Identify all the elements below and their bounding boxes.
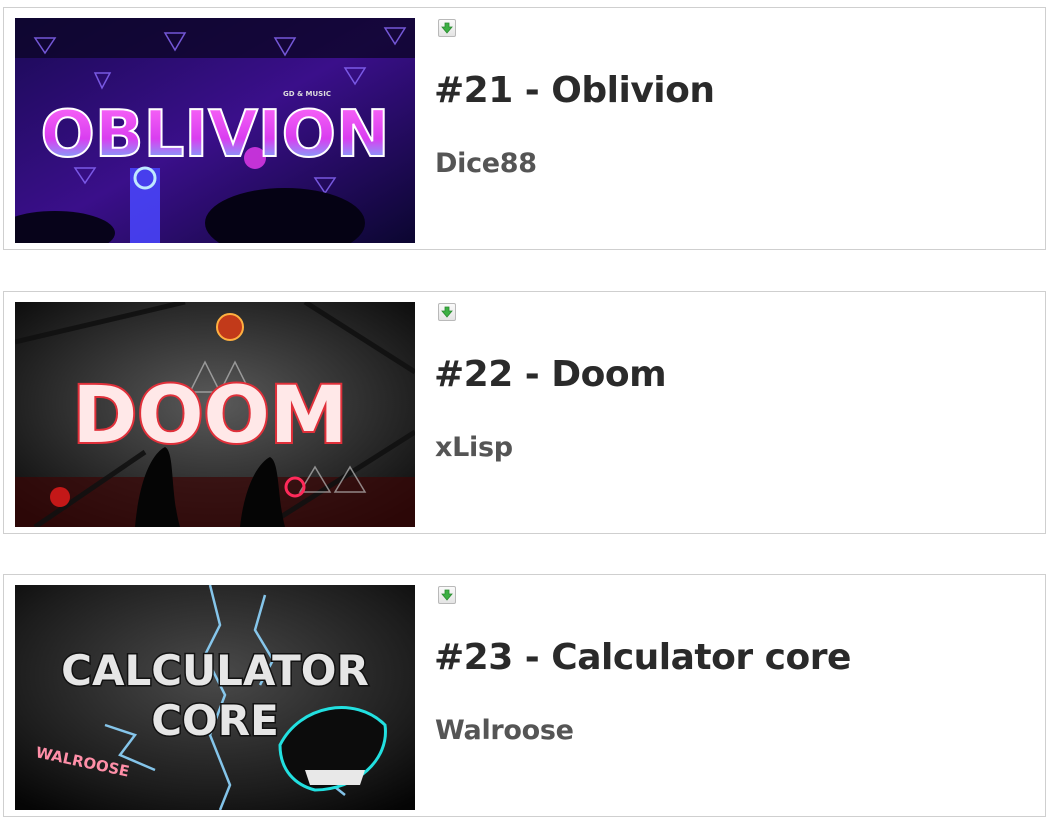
download-arrow-icon — [441, 22, 453, 34]
level-title[interactable]: #23 - Calculator core — [434, 637, 851, 678]
thumbnail-title-text: DOOM — [73, 371, 348, 461]
oblivion-thumbnail-image: GD & MUSIC OBLIVION — [15, 18, 415, 243]
download-button[interactable] — [438, 19, 456, 37]
calculator-core-thumbnail-image: CALCULATOR CORE WALROOSE — [15, 585, 415, 810]
level-creator[interactable]: Dice88 — [435, 148, 537, 179]
thumbnail-title-line2: CORE — [151, 696, 279, 745]
level-thumbnail[interactable]: DOOM — [15, 302, 415, 527]
thumbnail-title-line1: CALCULATOR — [61, 646, 369, 695]
level-creator[interactable]: Walroose — [435, 715, 574, 746]
level-card: GD & MUSIC OBLIVION #21 - Oblivion Dice8… — [3, 7, 1046, 250]
doom-thumbnail-image: DOOM — [15, 302, 415, 527]
thumbnail-title-text: OBLIVION — [40, 98, 389, 172]
level-thumbnail[interactable]: GD & MUSIC OBLIVION — [15, 18, 415, 243]
thumbnail-caption: GD & MUSIC — [283, 90, 331, 98]
level-title[interactable]: #22 - Doom — [434, 354, 667, 395]
level-card: DOOM #22 - Doom xLisp — [3, 291, 1046, 534]
level-thumbnail[interactable]: CALCULATOR CORE WALROOSE — [15, 585, 415, 810]
level-title[interactable]: #21 - Oblivion — [434, 70, 715, 111]
download-arrow-icon — [441, 306, 453, 318]
level-card: CALCULATOR CORE WALROOSE #23 - Calculato… — [3, 574, 1046, 817]
download-button[interactable] — [438, 303, 456, 321]
download-button[interactable] — [438, 586, 456, 604]
level-creator[interactable]: xLisp — [435, 432, 513, 463]
download-arrow-icon — [441, 589, 453, 601]
